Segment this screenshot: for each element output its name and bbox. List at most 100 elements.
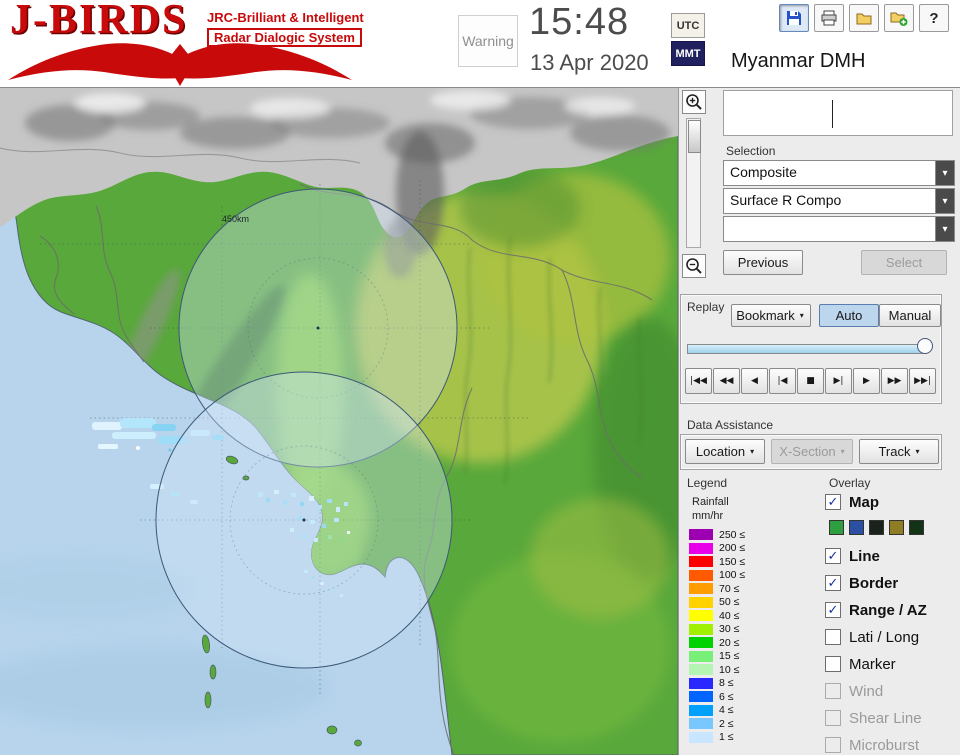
warning-button[interactable]: Warning: [458, 15, 518, 67]
map-style-swatch[interactable]: [889, 520, 904, 535]
chevron-down-icon: ▾: [750, 447, 755, 456]
overlay-item-lati-long[interactable]: Lati / Long: [825, 627, 919, 647]
legend-swatch: [689, 731, 713, 743]
eagle-logo-icon: [6, 40, 354, 91]
slider-thumb[interactable]: [917, 338, 933, 354]
legend-swatch: [689, 650, 713, 662]
overlay-item-microburst: Microburst: [825, 735, 919, 755]
clock-time: 15:48: [529, 1, 630, 43]
zoom-out-button[interactable]: [682, 254, 706, 278]
legend-swatch: [689, 704, 713, 716]
overlay-item-marker[interactable]: Marker: [825, 654, 896, 674]
legend-swatch: [689, 677, 713, 689]
replay-slider[interactable]: [687, 338, 935, 358]
chevron-down-icon[interactable]: ▾: [935, 217, 954, 241]
map-style-swatch[interactable]: [869, 520, 884, 535]
mmt-button[interactable]: MMT: [671, 41, 705, 66]
overlay-item-wind: Wind: [825, 681, 883, 701]
chevron-down-icon: ▾: [799, 311, 804, 320]
print-icon: [821, 10, 837, 26]
step-back-button[interactable]: |◀: [769, 368, 796, 394]
auto-button[interactable]: Auto: [819, 304, 879, 327]
zoom-scrollbar-thumb[interactable]: [688, 120, 701, 153]
utc-button[interactable]: UTC: [671, 13, 705, 38]
play-backward-button[interactable]: ◀: [741, 368, 768, 394]
chevron-down-icon[interactable]: ▾: [935, 161, 954, 185]
map-style-swatch[interactable]: [909, 520, 924, 535]
location-button[interactable]: Location ▾: [685, 439, 765, 464]
legend-swatch: [689, 623, 713, 635]
legend-row: 50 ≤: [689, 596, 757, 610]
control-panel: Selection Composite ▾ Surface R Compo ▾ …: [678, 88, 960, 755]
chevron-down-icon: ▾: [915, 447, 920, 456]
stop-button[interactable]: ■: [797, 368, 824, 394]
manual-button[interactable]: Manual: [879, 304, 941, 327]
select-button[interactable]: Select: [861, 250, 947, 275]
skip-to-end-button[interactable]: ▶▶|: [909, 368, 936, 394]
slider-track[interactable]: [687, 344, 923, 354]
product-dropdown[interactable]: Surface R Compo ▾: [723, 188, 955, 214]
legend-row: 8 ≤: [689, 677, 757, 691]
legend-unit-line2: mm/hr: [692, 510, 724, 522]
map-style-swatch[interactable]: [829, 520, 844, 535]
skip-to-start-button[interactable]: |◀◀: [685, 368, 712, 394]
overlay-item-range-az[interactable]: ✓ Range / AZ: [825, 600, 927, 620]
checkbox: [825, 710, 841, 726]
checkbox[interactable]: [825, 656, 841, 672]
overlay-item-shear-line: Shear Line: [825, 708, 922, 728]
chevron-down-icon[interactable]: ▾: [935, 189, 954, 213]
zoom-in-icon: [686, 94, 702, 110]
help-button[interactable]: ?: [919, 4, 949, 32]
legend-scale: 250 ≤ 200 ≤ 150 ≤ 100 ≤ 70 ≤ 50 ≤ 40 ≤ 3…: [689, 528, 757, 744]
legend-unit-line1: Rainfall: [692, 496, 729, 508]
bookmark-button[interactable]: Bookmark ▾: [731, 304, 811, 327]
selection-input[interactable]: [723, 90, 953, 136]
legend-row: 100 ≤: [689, 569, 757, 583]
play-button[interactable]: ▶: [853, 368, 880, 394]
legend-row: 2 ≤: [689, 717, 757, 731]
extra-dropdown[interactable]: ▾: [723, 216, 955, 242]
print-button[interactable]: [814, 4, 844, 32]
overlay-item-line[interactable]: ✓ Line: [825, 546, 880, 566]
radar-range-circles: 450km: [155, 188, 458, 669]
step-forward-button[interactable]: ▶|: [825, 368, 852, 394]
legend-swatch: [689, 529, 713, 541]
legend-swatch: [689, 569, 713, 581]
legend-row: 70 ≤: [689, 582, 757, 596]
checkbox[interactable]: ✓: [825, 494, 841, 510]
legend-swatch: [689, 664, 713, 676]
app-logo: J-BIRDS: [10, 0, 188, 43]
checkbox[interactable]: ✓: [825, 602, 841, 618]
legend-swatch: [689, 691, 713, 703]
text-caret: [832, 100, 833, 128]
playback-controls: |◀◀ ◀◀ ◀ |◀ ■ ▶| ▶ ▶▶ ▶▶|: [685, 368, 936, 394]
composite-dropdown[interactable]: Composite ▾: [723, 160, 955, 186]
fast-forward-button[interactable]: ▶▶: [881, 368, 908, 394]
legend-row: 200 ≤: [689, 542, 757, 556]
save-button[interactable]: [779, 4, 809, 32]
radar-map[interactable]: 450km: [0, 88, 678, 755]
x-section-button[interactable]: X-Section ▾: [771, 439, 853, 464]
map-style-swatches[interactable]: [829, 520, 924, 535]
open-folder-button[interactable]: [849, 4, 879, 32]
legend-label: Legend: [687, 476, 728, 490]
rewind-button[interactable]: ◀◀: [713, 368, 740, 394]
folder-icon: [856, 13, 872, 25]
legend-swatch: [689, 637, 713, 649]
export-button[interactable]: [884, 4, 914, 32]
overlay-item-map[interactable]: ✓ Map: [825, 492, 879, 512]
checkbox[interactable]: ✓: [825, 548, 841, 564]
track-button[interactable]: Track ▾: [859, 439, 939, 464]
legend-row: 250 ≤: [689, 528, 757, 542]
checkbox[interactable]: [825, 629, 841, 645]
overlay-item-border[interactable]: ✓ Border: [825, 573, 898, 593]
legend-swatch: [689, 542, 713, 554]
checkbox[interactable]: ✓: [825, 575, 841, 591]
zoom-scrollbar[interactable]: [686, 118, 701, 248]
previous-button[interactable]: Previous: [723, 250, 803, 275]
zoom-in-button[interactable]: [682, 90, 706, 114]
legend-row: 20 ≤: [689, 636, 757, 650]
legend-row: 4 ≤: [689, 704, 757, 718]
map-style-swatch[interactable]: [849, 520, 864, 535]
station-name: Myanmar DMH: [731, 50, 866, 72]
